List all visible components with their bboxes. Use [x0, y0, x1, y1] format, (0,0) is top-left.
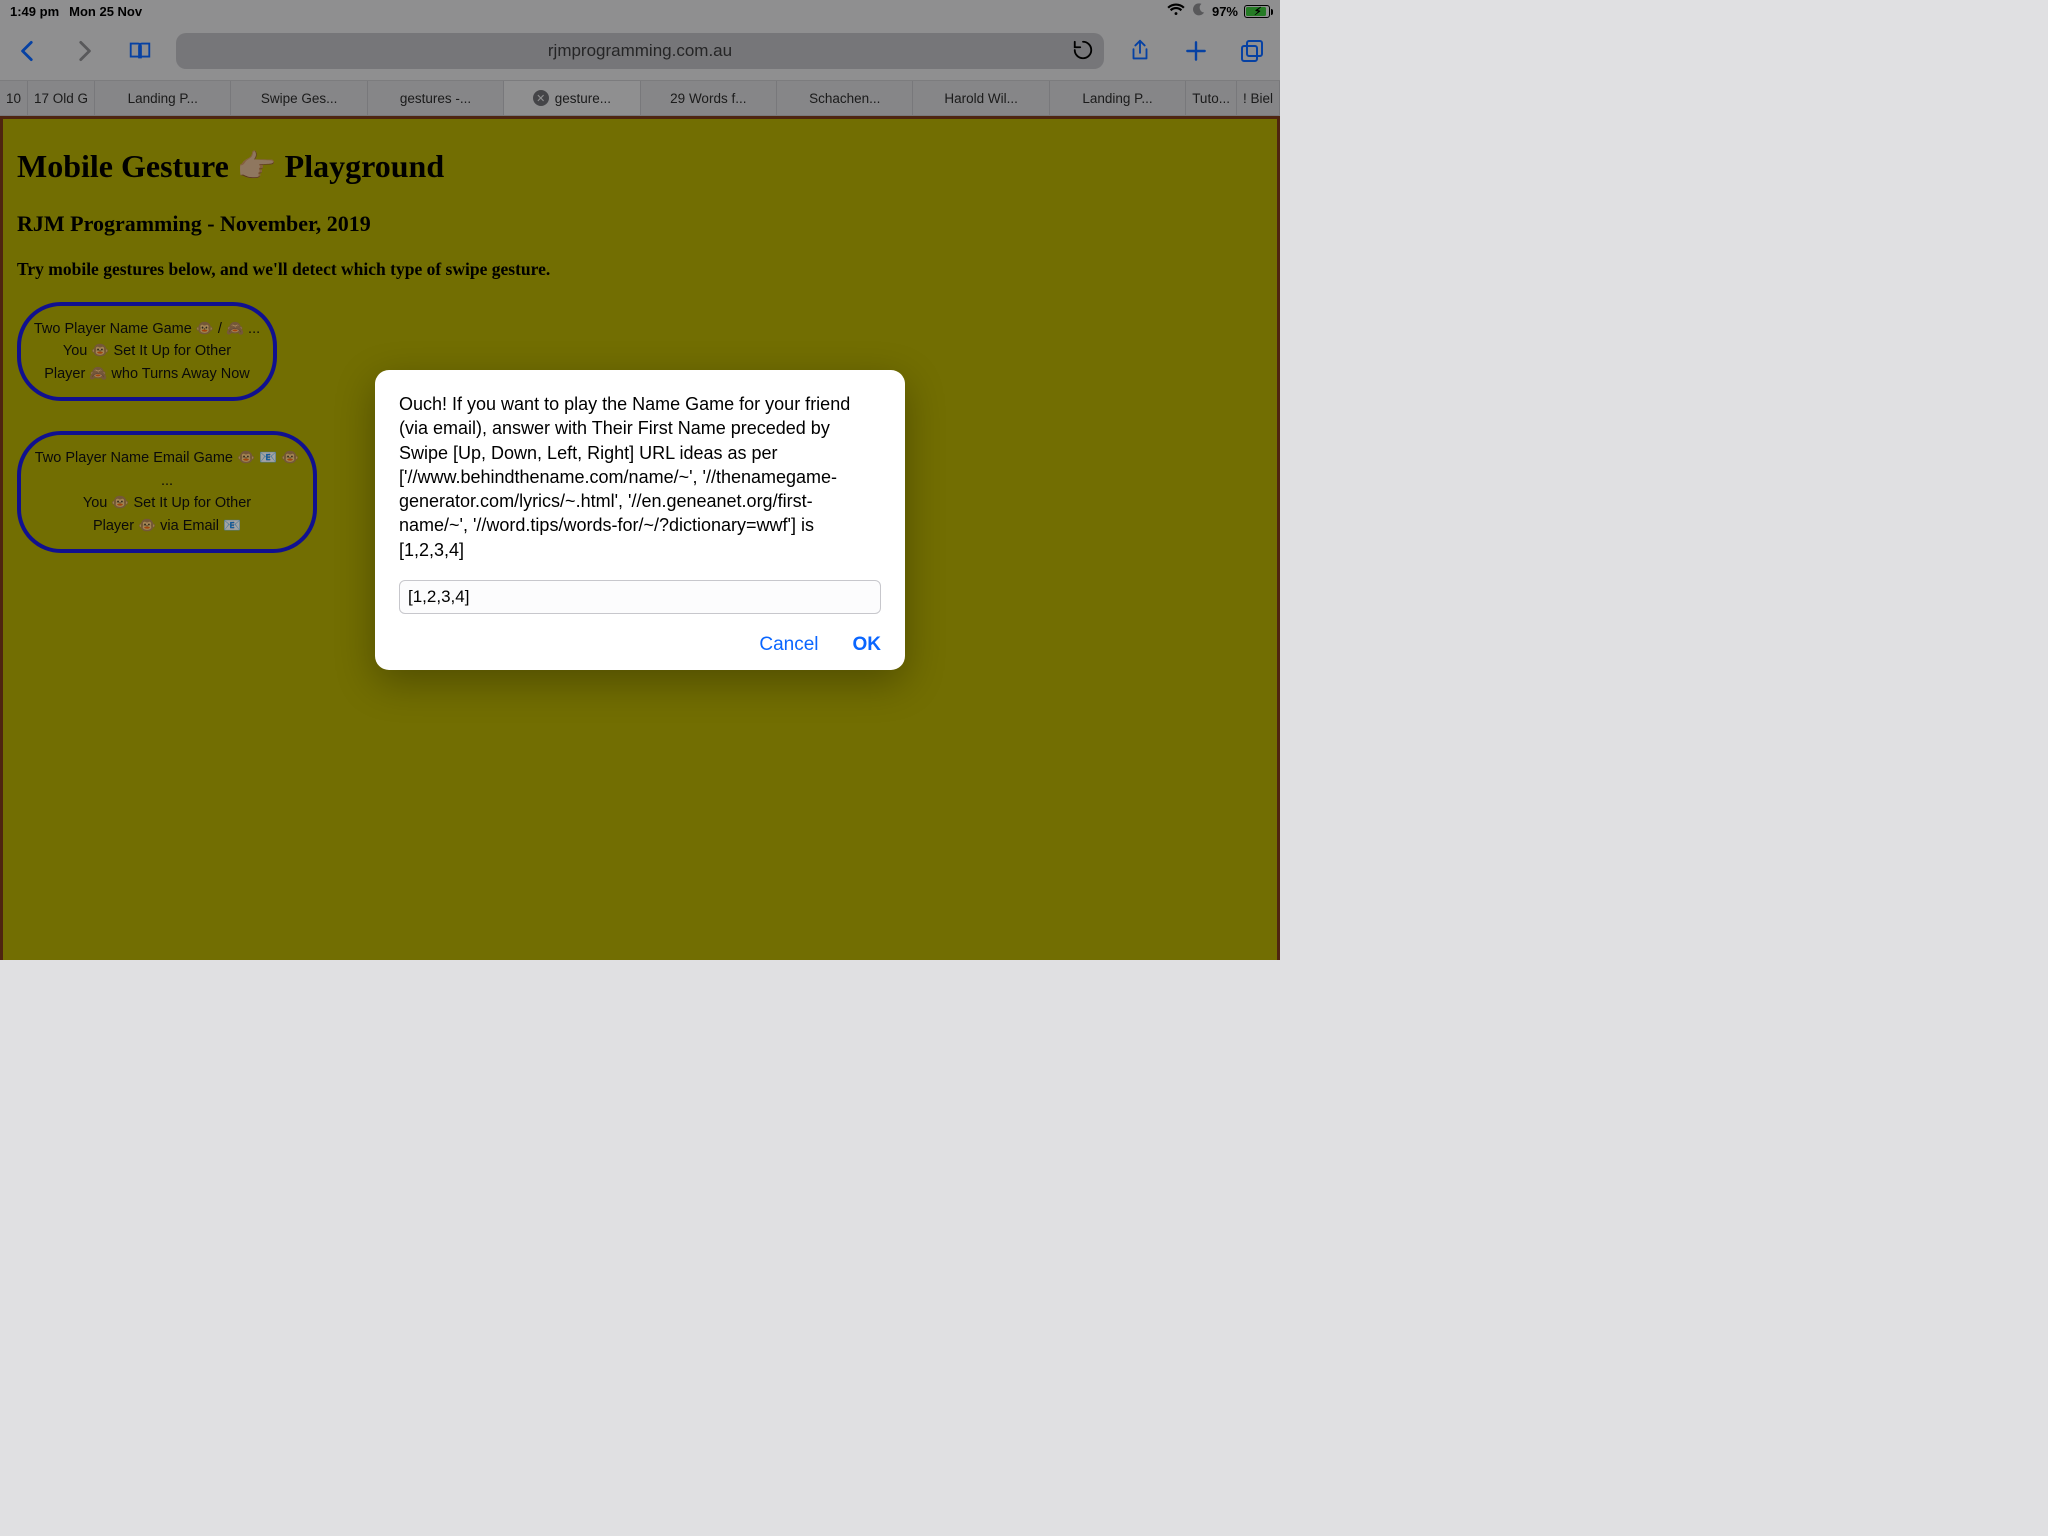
- cancel-button[interactable]: Cancel: [759, 634, 818, 656]
- prompt-input[interactable]: [399, 580, 881, 614]
- prompt-message: Ouch! If you want to play the Name Game …: [399, 392, 881, 562]
- ok-button[interactable]: OK: [853, 634, 882, 656]
- javascript-prompt-dialog: Ouch! If you want to play the Name Game …: [375, 370, 905, 670]
